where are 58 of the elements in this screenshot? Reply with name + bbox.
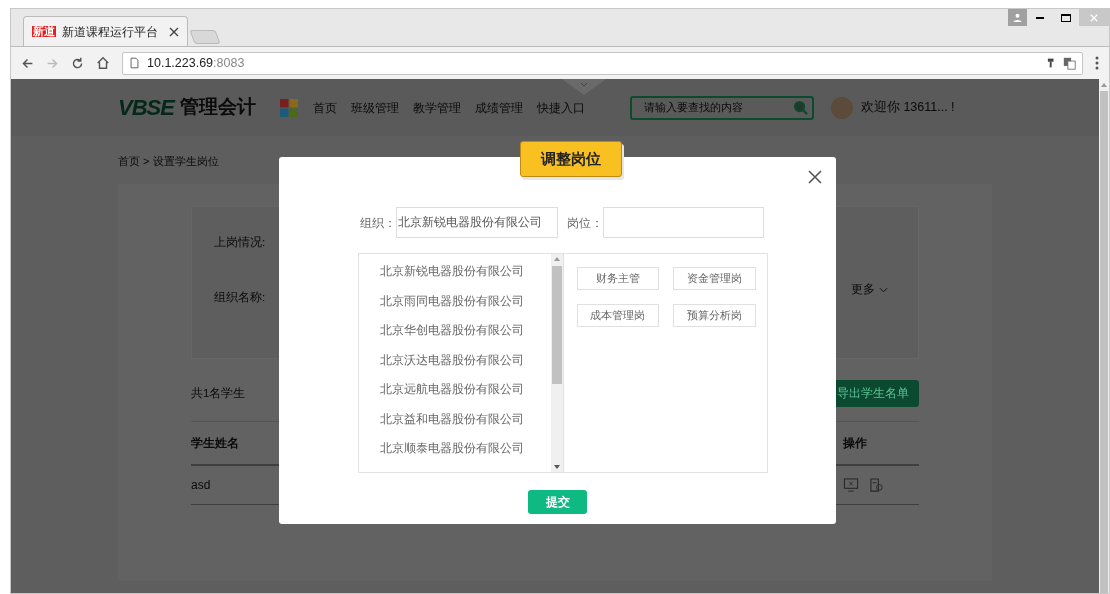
vbse-logo: VBSE <box>118 94 174 122</box>
profile-button[interactable] <box>1008 9 1027 26</box>
person-icon <box>1013 13 1022 22</box>
document-search-icon <box>869 477 884 493</box>
reload-icon <box>71 56 84 70</box>
company-item[interactable]: 北京华创电器股份有限公司 <box>358 316 551 346</box>
column-header: 学生姓名 <box>191 435 239 452</box>
position-option[interactable]: 预算分析岗 <box>673 304 756 327</box>
position-option[interactable]: 资金管理岗 <box>673 267 756 290</box>
scroll-up-icon <box>553 257 560 261</box>
home-icon <box>96 56 110 70</box>
company-item[interactable]: 北京远航电器股份有限公司 <box>358 375 551 405</box>
close-icon <box>1090 13 1098 22</box>
scroll-down-icon <box>553 465 560 469</box>
url-host: 10.1.223.69 <box>147 54 214 72</box>
page-icon <box>129 57 140 69</box>
breadcrumb: 首页 > 设置学生岗位 <box>118 155 219 167</box>
url-port: :8083 <box>213 54 245 72</box>
page-scrollbar[interactable] <box>1099 79 1109 593</box>
company-item[interactable]: 北京益和电器股份有限公司 <box>358 404 551 434</box>
chevron-down-icon <box>879 286 888 293</box>
site-logo: 新道 <box>32 26 56 37</box>
company-item[interactable]: 北京沃达电器股份有限公司 <box>358 345 551 375</box>
search-placeholder: 请输入要查找的内容 <box>643 100 744 116</box>
menu-icon <box>1095 56 1099 70</box>
caret-icon <box>562 79 606 95</box>
browser-tab[interactable]: 新道 新道课程运行平台 <box>23 16 188 46</box>
company-item[interactable]: 北京新锐电器股份有限公司 <box>358 257 551 287</box>
forward-arrow-icon <box>46 56 59 70</box>
close-button[interactable] <box>808 170 822 184</box>
table-cell-text: asd <box>191 477 211 494</box>
new-tab-button[interactable] <box>189 30 221 44</box>
position-option[interactable]: 财务主管 <box>576 267 659 290</box>
filter-label: 上岗情况: <box>214 235 266 250</box>
close-icon <box>808 170 822 184</box>
scroll-up-icon <box>1101 83 1107 87</box>
company-item[interactable]: 北京雨同电器股份有限公司 <box>358 286 551 316</box>
search-icon <box>792 100 808 115</box>
position-option[interactable]: 成本管理岗 <box>576 304 659 327</box>
address-bar[interactable]: 10.1.223.69:8083 <box>122 51 1083 75</box>
column-header: 操作 <box>843 435 868 452</box>
welcome-text: 欢迎你 13611... ! <box>860 99 955 117</box>
modal-title: 调整岗位 <box>520 141 622 177</box>
monitor-icon <box>843 477 859 493</box>
field-label: 岗位： <box>566 214 603 232</box>
filter-label: 组织名称: <box>214 290 266 306</box>
tab-title: 新道课程运行平台 <box>62 23 158 41</box>
app-grid-icon <box>279 98 298 117</box>
field-label: 组织： <box>359 214 396 232</box>
back-arrow-icon <box>21 56 34 70</box>
brand-title: 管理会计 <box>179 95 256 120</box>
scrollbar[interactable] <box>550 254 563 472</box>
organization-field[interactable]: 北京新锐电器股份有限公司 <box>395 207 558 238</box>
student-count: 共1名学生 <box>191 385 246 401</box>
company-item[interactable]: 北京顺泰电器股份有限公司 <box>358 434 551 464</box>
position-field[interactable] <box>602 207 764 238</box>
avatar <box>830 96 853 119</box>
close-icon <box>169 26 179 37</box>
